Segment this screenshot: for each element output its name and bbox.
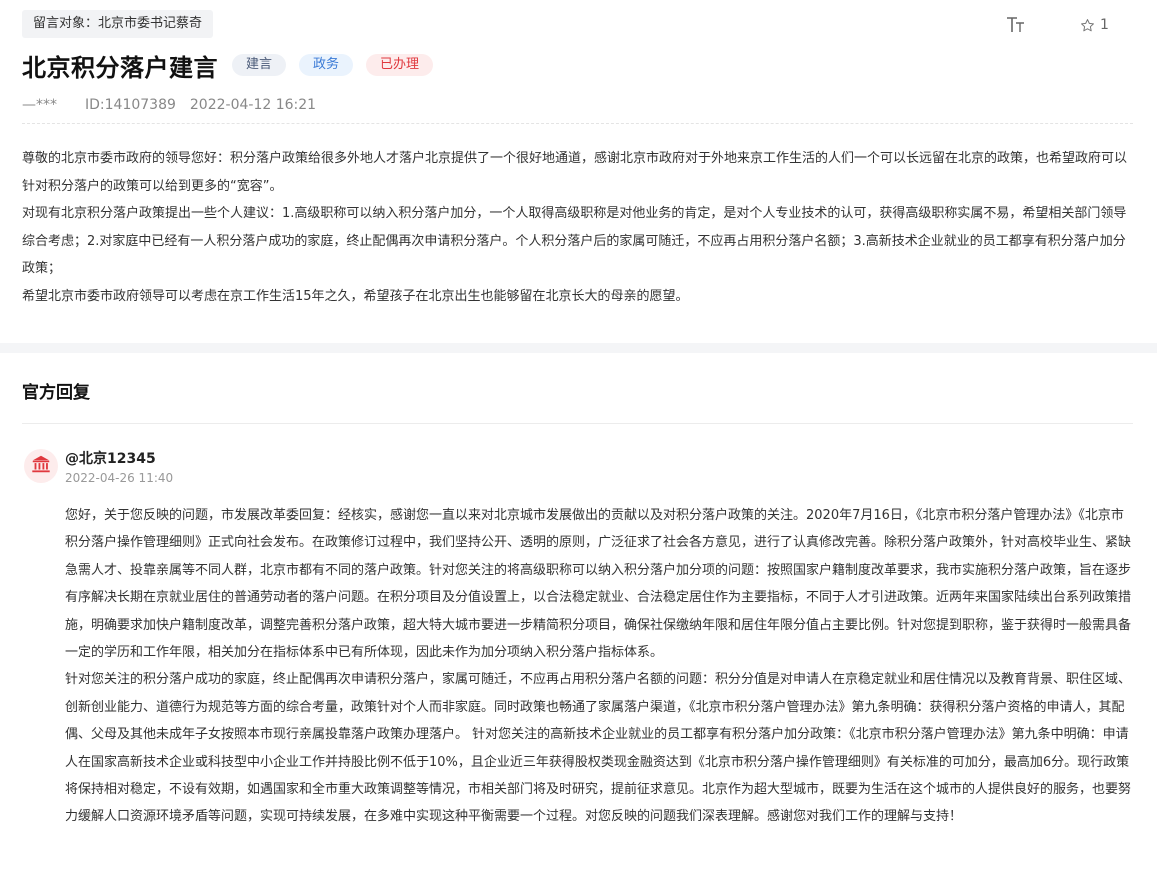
avatar [24, 449, 58, 483]
page: 留言对象：北京市委书记蔡奇 1 北京积分落户建言 建言 政务 已办理 —*** … [0, 0, 1157, 873]
favorite-count: 1 [1100, 17, 1109, 33]
reply-paragraph: 针对您关注的积分落户成功的家庭，终止配偶再次申请积分落户，家属可随迁，不应再占用… [65, 672, 1132, 825]
title-row: 北京积分落户建言 建言 政务 已办理 [22, 48, 446, 82]
section-separator [0, 343, 1157, 353]
tag-type: 建言 [232, 54, 287, 76]
reply-time: 2022-04-26 11:40 [65, 471, 174, 485]
font-size-icon[interactable] [1005, 14, 1027, 36]
message-card: 留言对象：北京市委书记蔡奇 1 北京积分落户建言 建言 政务 已办理 —*** … [0, 0, 1157, 343]
message-paragraph: 希望北京市委市政府领导可以考虑在京工作生活15年之久，希望孩子在北京出生也能够留… [22, 288, 689, 304]
reply-paragraph: 您好，关于您反映的问题，市发展改革委回复：经核实，感谢您一直以来对北京城市发展做… [65, 508, 1132, 661]
message-datetime: 2022-04-12 16:21 [189, 97, 317, 113]
divider [22, 423, 1133, 424]
message-paragraph: 尊敬的北京市委市政府的领导您好：积分落户政策给很多外地人才落户北京提供了一个很好… [22, 151, 1128, 194]
message-meta: —*** ID:14107389 2022-04-12 16:21 [22, 95, 344, 115]
reply-body: 您好，关于您反映的问题，市发展改革委回复：经核实，感谢您一直以来对北京城市发展做… [65, 502, 1135, 831]
message-paragraph: 对现有北京积分落户政策提出一些个人建议：1.高级职称可以纳入积分落户加分，一个人… [22, 206, 1127, 276]
message-title: 北京积分落户建言 [22, 53, 218, 82]
message-target-label: 留言对象：北京市委书记蔡奇 [22, 10, 214, 38]
author-name: —*** [22, 97, 57, 113]
divider [22, 123, 1133, 124]
message-body: 尊敬的北京市委市政府的领导您好：积分落户政策给很多外地人才落户北京提供了一个很好… [22, 145, 1134, 310]
message-id: ID:14107389 [85, 97, 176, 113]
status-badge: 已办理 [366, 54, 434, 76]
reply-heading: 官方回复 [22, 383, 90, 403]
star-outline-icon [1080, 18, 1095, 33]
replier-name[interactable]: @北京12345 [65, 448, 156, 468]
tag-area: 政务 [299, 54, 354, 76]
government-building-icon [30, 453, 52, 479]
favorite-button[interactable]: 1 [1080, 15, 1109, 35]
